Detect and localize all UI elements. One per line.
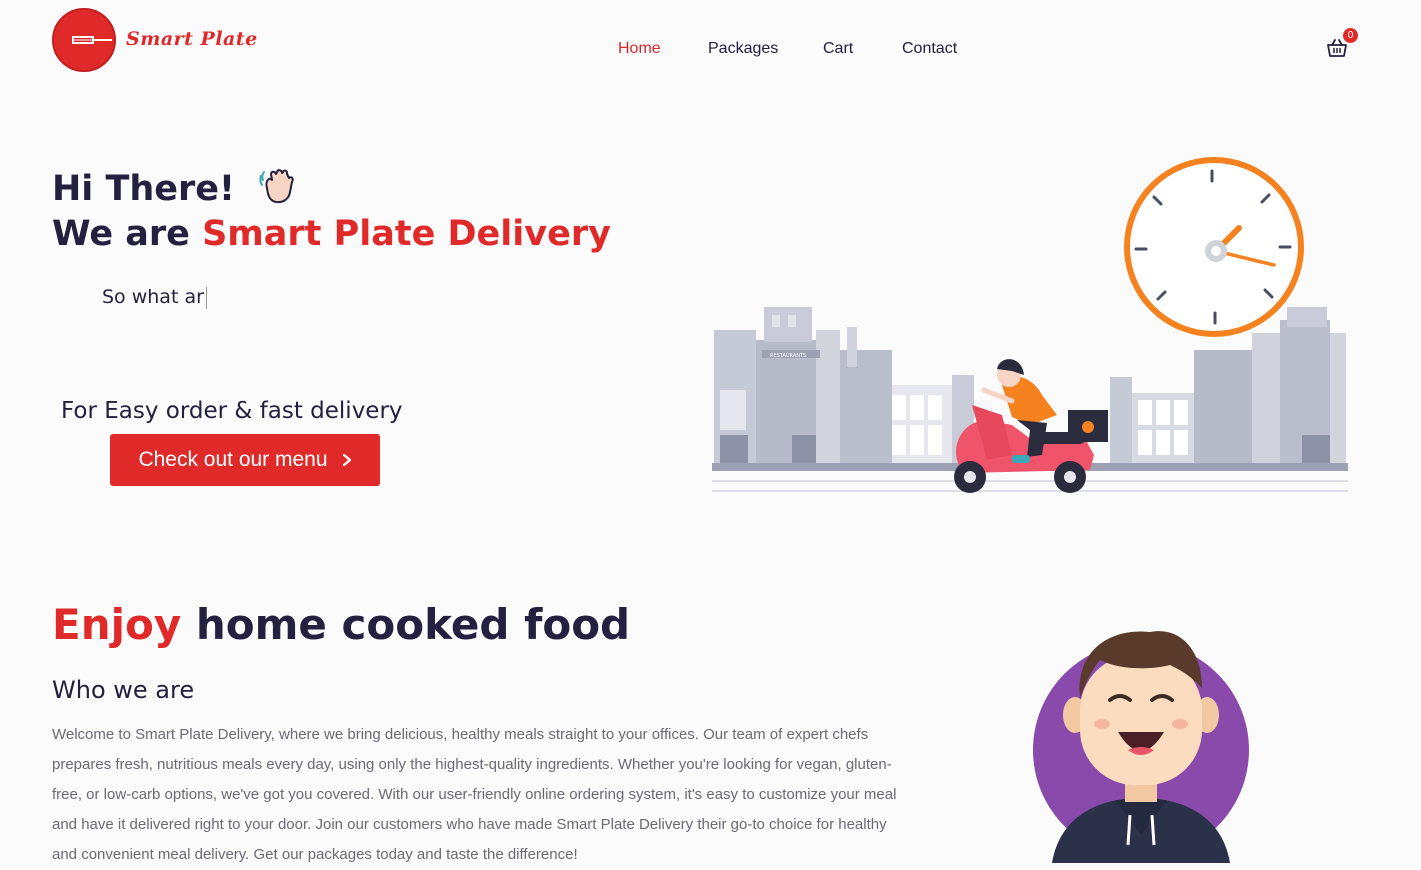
- typing-text: So what ar: [102, 286, 207, 309]
- about-title: Enjoy home cooked food: [52, 600, 630, 649]
- delivery-scooter-illustration: RESTAURANTS: [712, 157, 1348, 493]
- check-menu-button[interactable]: Check out our menu: [110, 434, 380, 486]
- headline-brand: Smart Plate Delivery: [202, 214, 611, 254]
- logo-plate-icon: [52, 8, 116, 72]
- typing-text-value: So what ar: [102, 286, 204, 308]
- headline-prefix: We are: [52, 214, 203, 254]
- logo-text: Smart Plate: [126, 28, 258, 50]
- nav-home-link[interactable]: Home: [618, 40, 661, 58]
- hero-headline: We are Smart Plate Delivery: [52, 214, 611, 254]
- nav-packages-link[interactable]: Packages: [708, 40, 778, 58]
- cart-count-badge: 0: [1343, 28, 1358, 43]
- about-title-rest: home cooked food: [181, 600, 631, 649]
- logo[interactable]: Smart Plate: [52, 8, 257, 74]
- svg-text:RESTAURANTS: RESTAURANTS: [770, 353, 806, 359]
- waving-hand-icon: [259, 169, 294, 204]
- about-subtitle: Who we are: [52, 676, 195, 704]
- about-title-highlight: Enjoy: [52, 600, 182, 649]
- hero-greeting: Hi There!: [52, 166, 297, 209]
- nav-cart-link[interactable]: Cart: [823, 40, 853, 58]
- check-menu-label: Check out our menu: [138, 448, 328, 471]
- chevron-right-icon: [342, 453, 351, 467]
- chef-avatar-illustration: [1033, 631, 1249, 863]
- greeting-text: Hi There!: [52, 169, 235, 209]
- hero-tagline: For Easy order & fast delivery: [61, 398, 403, 424]
- nav-contact-link[interactable]: Contact: [902, 40, 957, 58]
- typing-caret: [205, 286, 207, 309]
- about-body: Welcome to Smart Plate Delivery, where w…: [52, 726, 897, 863]
